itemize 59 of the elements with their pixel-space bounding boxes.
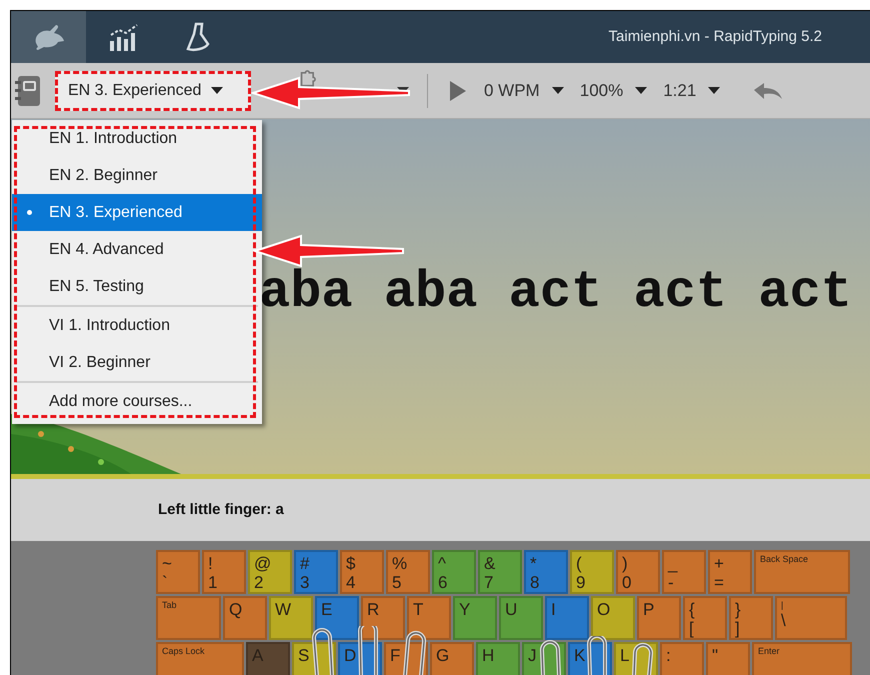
caret-icon — [552, 87, 564, 94]
finger-hint: Left little finger: a — [158, 500, 284, 520]
keyboard-key: Y — [453, 596, 497, 640]
keyboard-key: & 7 — [478, 550, 522, 594]
keyboard-key: U — [499, 596, 543, 640]
keyboard-key: Tab — [156, 596, 221, 640]
notebook-icon[interactable] — [14, 74, 42, 106]
keyboard-key: | \ — [775, 596, 847, 640]
keyboard-key: * 8 — [524, 550, 568, 594]
keyboard-key: W — [269, 596, 313, 640]
lesson-text: aba aba act act act — [259, 267, 852, 319]
keyboard-key: : — [660, 642, 704, 675]
menu-item[interactable]: EN 1. Introduction — [12, 120, 262, 157]
menu-item[interactable]: VI 2. Beginner — [12, 344, 262, 381]
keyboard-key: { [ — [683, 596, 727, 640]
menu-item[interactable]: Add more courses... — [12, 383, 262, 420]
keyboard-key: R — [361, 596, 405, 640]
keyboard-key: T — [407, 596, 451, 640]
menu-item[interactable]: EN 2. Beginner — [12, 157, 262, 194]
keyboard-key: Caps Lock — [156, 642, 244, 675]
keyboard-key: G — [430, 642, 474, 675]
keyboard-key: I — [545, 596, 589, 640]
zoom-dropdown[interactable]: 100% — [580, 78, 648, 104]
caret-icon — [211, 87, 224, 94]
puzzle-icon[interactable] — [299, 68, 317, 86]
keyboard-key: ~ ` — [156, 550, 200, 594]
keyboard-key: Enter — [752, 642, 852, 675]
keyboard-key: ( 9 — [570, 550, 614, 594]
caret-icon — [708, 87, 720, 94]
keyboard-key: $ 4 — [340, 550, 384, 594]
menu-item[interactable]: EN 4. Advanced — [12, 231, 262, 268]
speed-dropdown[interactable]: 0 WPM — [484, 78, 564, 104]
menu-item[interactable]: EN 5. Testing — [12, 268, 262, 305]
course-dropdown[interactable]: EN 3. Experienced — [55, 70, 251, 110]
menu-item[interactable]: EN 3. Experienced — [12, 194, 262, 231]
keyboard-key: E — [315, 596, 359, 640]
keyboard-key: % 5 — [386, 550, 430, 594]
keyboard-key: _ - — [662, 550, 706, 594]
keyboard-key: Q — [223, 596, 267, 640]
keyboard-key: ! 1 — [202, 550, 246, 594]
keyboard-key: Back Space — [754, 550, 850, 594]
keyboard-key: } ] — [729, 596, 773, 640]
toolbar-tab[interactable] — [11, 11, 86, 63]
keyboard-key: ) 0 — [616, 550, 660, 594]
keyboard-key: P — [637, 596, 681, 640]
menu-item[interactable]: VI 1. Introduction — [12, 307, 262, 344]
window-title: Taimienphi.vn - RapidTyping 5.2 — [608, 26, 822, 47]
time-dropdown[interactable]: 1:21 — [663, 78, 720, 104]
keyboard-key: @ 2 — [248, 550, 292, 594]
keyboard-key: # 3 — [294, 550, 338, 594]
caret-icon — [635, 87, 648, 94]
keyboard-key: " — [706, 642, 750, 675]
keyboard-key: + = — [708, 550, 752, 594]
play-icon[interactable] — [450, 80, 466, 100]
keyboard-key: ^ 6 — [432, 550, 476, 594]
bullet-icon — [27, 210, 32, 215]
keyboard-key: O — [591, 596, 635, 640]
keyboard-key: H — [476, 642, 520, 675]
undo-icon[interactable] — [752, 80, 784, 100]
